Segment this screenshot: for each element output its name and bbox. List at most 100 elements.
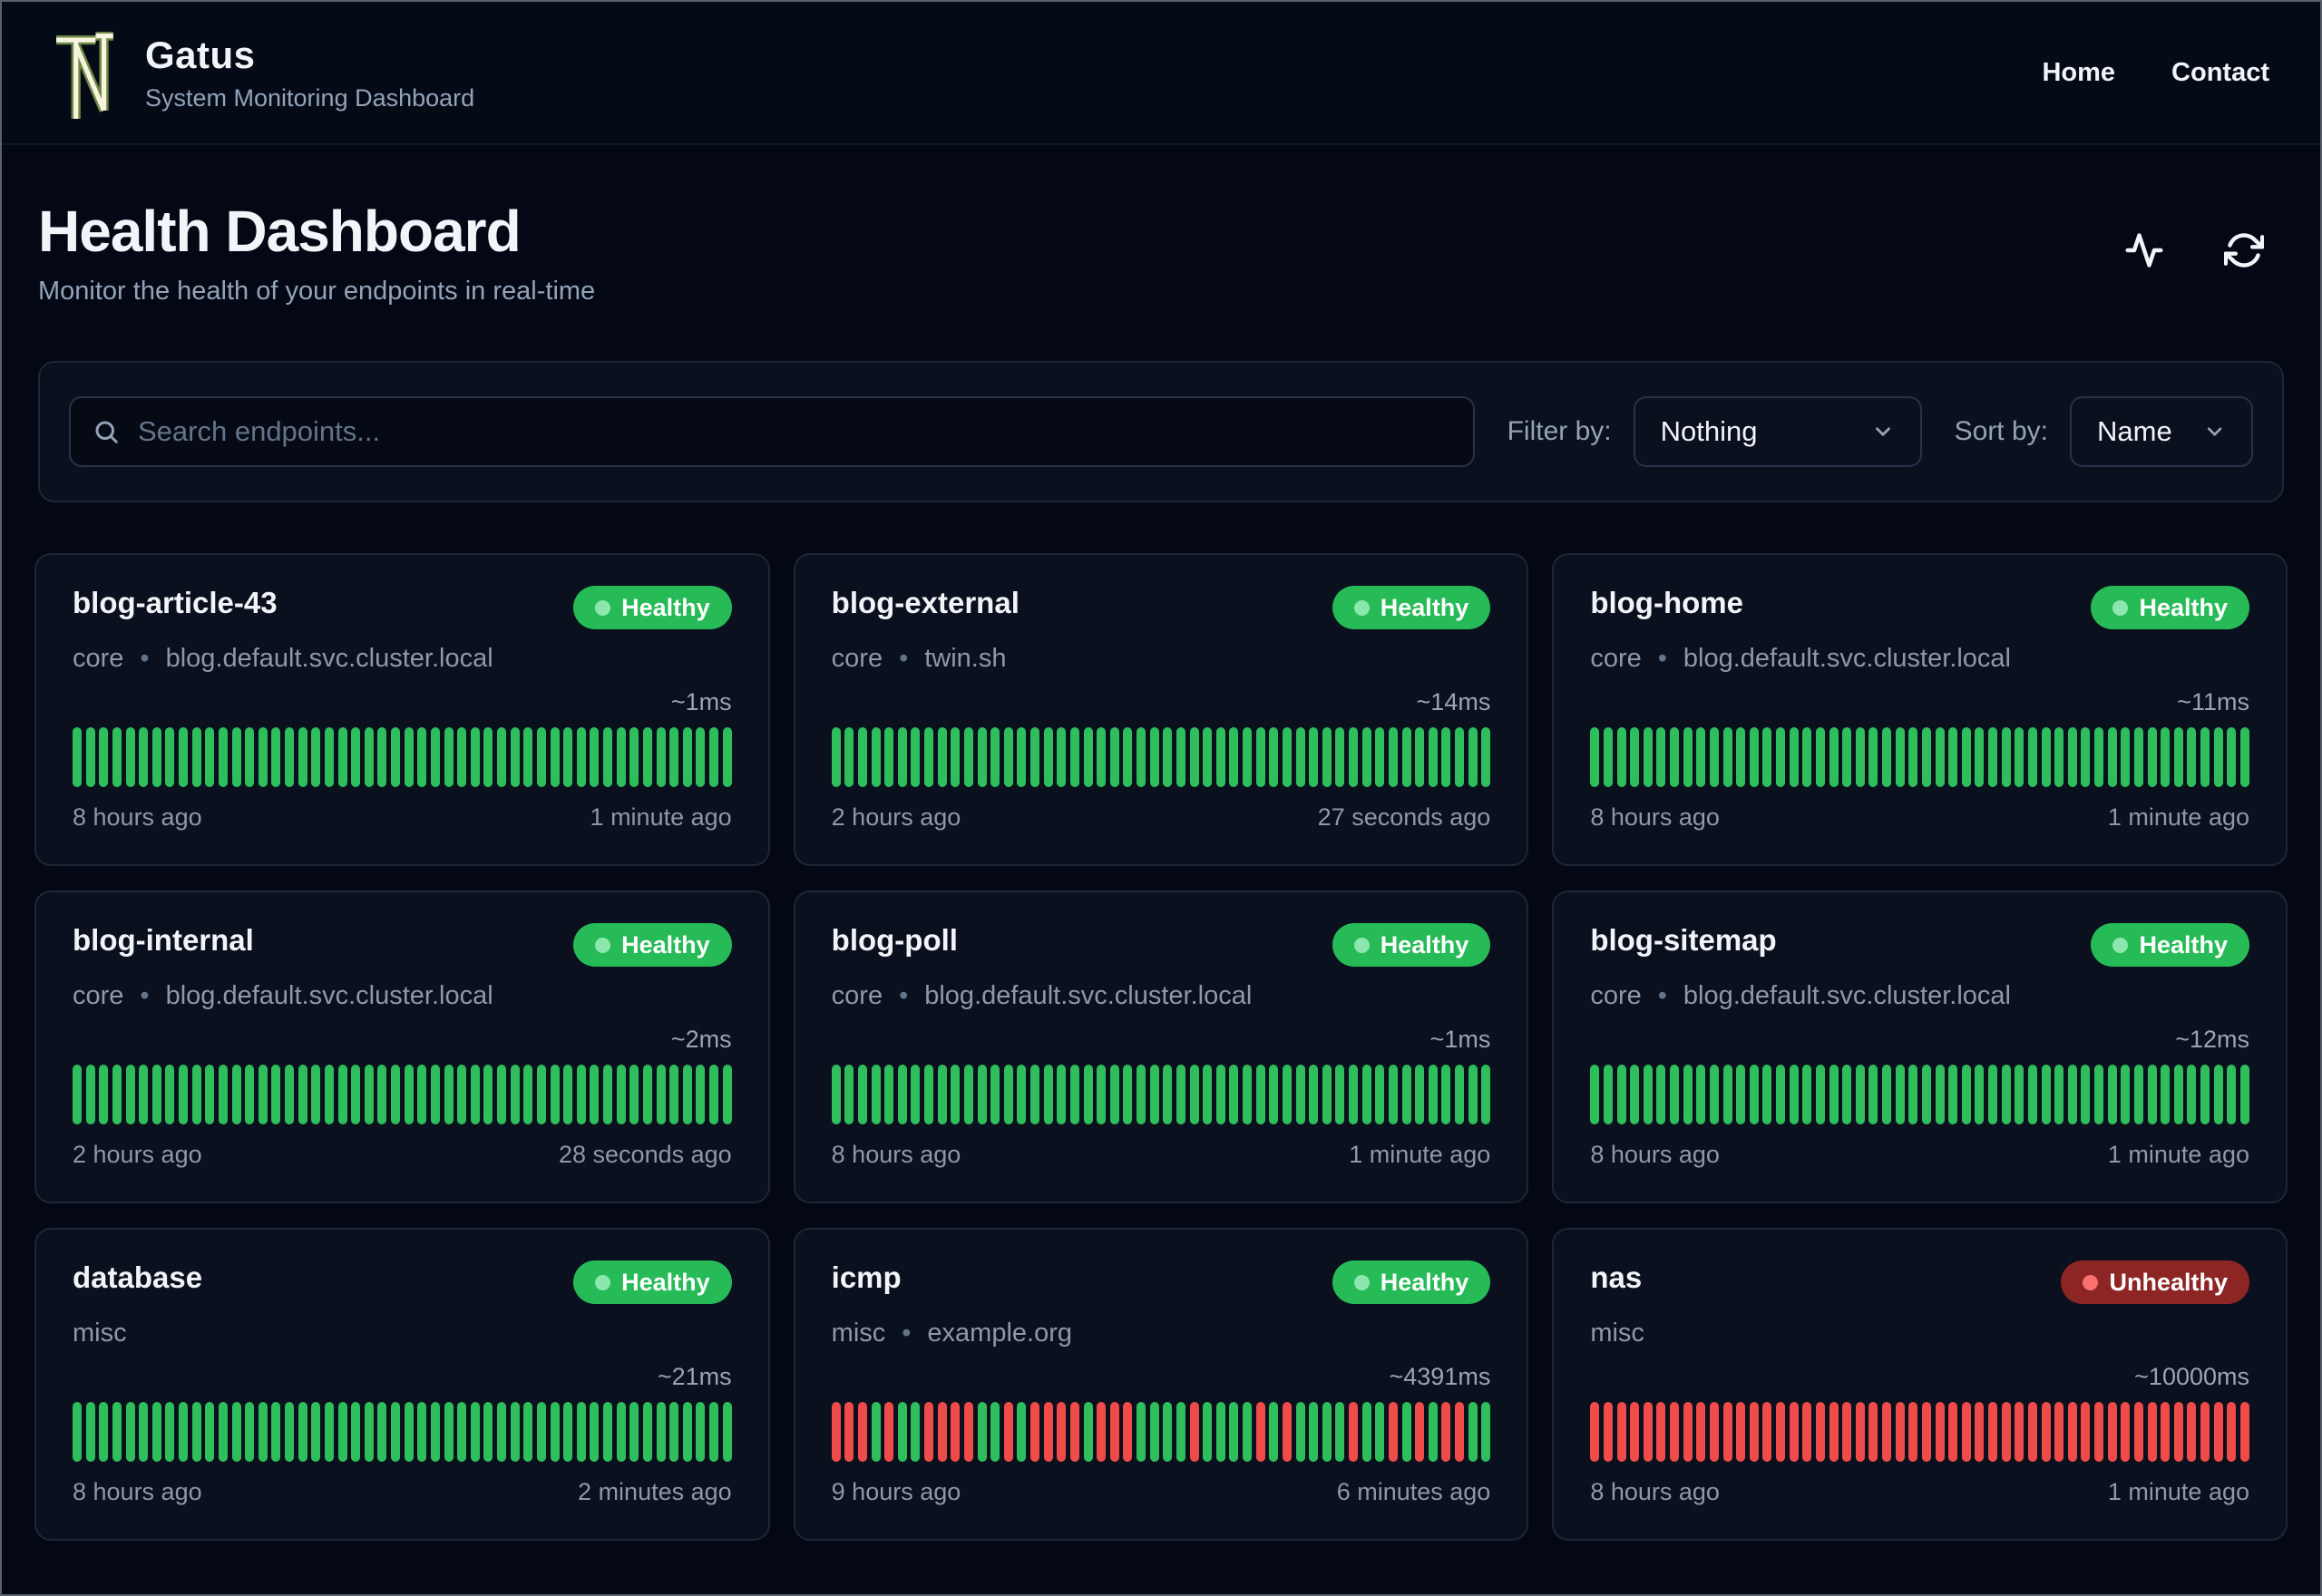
health-tick-success[interactable] (391, 1065, 400, 1125)
health-tick-success[interactable] (205, 1065, 215, 1125)
health-tick-success[interactable] (2067, 1065, 2077, 1125)
health-tick-success[interactable] (1829, 1065, 1839, 1125)
health-tick-success[interactable] (1643, 1065, 1653, 1125)
health-tick-success[interactable] (682, 1402, 692, 1463)
health-tick-success[interactable] (2027, 727, 2037, 788)
health-tick-success[interactable] (696, 1065, 706, 1125)
health-tick-failure[interactable] (1749, 1402, 1759, 1463)
health-tick-success[interactable] (857, 1065, 867, 1125)
health-tick-success[interactable] (1361, 727, 1371, 788)
health-tick-failure[interactable] (937, 1402, 947, 1463)
health-tick-success[interactable] (1616, 1065, 1626, 1125)
health-tick-failure[interactable] (1441, 1402, 1451, 1463)
health-tick-success[interactable] (1855, 1065, 1865, 1125)
health-tick-failure[interactable] (857, 1402, 867, 1463)
health-tick-success[interactable] (430, 1065, 440, 1125)
health-tick-success[interactable] (709, 1065, 718, 1125)
health-tick-success[interactable] (417, 1065, 427, 1125)
health-tick-failure[interactable] (1643, 1402, 1653, 1463)
health-tick-success[interactable] (1097, 727, 1107, 788)
health-tick-success[interactable] (2121, 727, 2131, 788)
health-tick-success[interactable] (1030, 727, 1040, 788)
health-tick-success[interactable] (285, 1065, 294, 1125)
health-tick-success[interactable] (1123, 727, 1133, 788)
health-tick-success[interactable] (844, 727, 854, 788)
health-tick-success[interactable] (324, 1402, 334, 1463)
health-tick-success[interactable] (550, 727, 560, 788)
health-tick-success[interactable] (377, 1402, 387, 1463)
health-tick-success[interactable] (1776, 727, 1786, 788)
health-tick-success[interactable] (125, 1065, 135, 1125)
health-tick-failure[interactable] (2147, 1402, 2157, 1463)
health-tick-success[interactable] (2200, 1065, 2210, 1125)
health-tick-success[interactable] (857, 727, 867, 788)
health-tick-success[interactable] (563, 1065, 573, 1125)
health-tick-success[interactable] (1683, 1065, 1693, 1125)
health-tick-success[interactable] (536, 1402, 546, 1463)
health-tick-success[interactable] (1481, 1065, 1491, 1125)
health-tick-success[interactable] (924, 727, 934, 788)
health-tick-success[interactable] (1428, 727, 1438, 788)
health-tick-success[interactable] (1709, 727, 1719, 788)
uptime-history-bars[interactable] (831, 1065, 1491, 1125)
health-tick-success[interactable] (444, 1065, 454, 1125)
uptime-history-bars[interactable] (1590, 1402, 2249, 1463)
health-tick-success[interactable] (1815, 1065, 1825, 1125)
health-tick-success[interactable] (1017, 1402, 1027, 1463)
health-tick-success[interactable] (1137, 727, 1146, 788)
health-tick-failure[interactable] (2081, 1402, 2091, 1463)
health-tick-success[interactable] (404, 1065, 414, 1125)
health-tick-success[interactable] (2173, 1065, 2183, 1125)
health-tick-success[interactable] (298, 727, 307, 788)
health-tick-failure[interactable] (1069, 1402, 1079, 1463)
health-tick-failure[interactable] (1855, 1402, 1865, 1463)
health-tick-success[interactable] (603, 727, 612, 788)
health-tick-success[interactable] (642, 1065, 652, 1125)
health-tick-success[interactable] (576, 727, 586, 788)
health-tick-success[interactable] (1149, 727, 1159, 788)
health-tick-success[interactable] (285, 727, 294, 788)
health-tick-success[interactable] (1961, 1065, 1971, 1125)
health-tick-success[interactable] (1988, 727, 1998, 788)
health-tick-success[interactable] (1921, 727, 1931, 788)
health-tick-success[interactable] (391, 1402, 400, 1463)
health-tick-success[interactable] (1243, 1402, 1253, 1463)
health-tick-success[interactable] (179, 1065, 188, 1125)
search-input[interactable] (69, 396, 1475, 468)
health-tick-success[interactable] (1083, 1402, 1093, 1463)
health-tick-success[interactable] (1243, 1065, 1253, 1125)
health-tick-success[interactable] (1455, 727, 1465, 788)
health-tick-success[interactable] (1282, 727, 1292, 788)
health-tick-success[interactable] (2173, 727, 2183, 788)
health-tick-success[interactable] (351, 1402, 361, 1463)
health-tick-success[interactable] (831, 1065, 841, 1125)
health-tick-failure[interactable] (1815, 1402, 1825, 1463)
health-tick-failure[interactable] (2094, 1402, 2104, 1463)
health-tick-failure[interactable] (1590, 1402, 1600, 1463)
health-tick-success[interactable] (483, 1402, 493, 1463)
health-tick-success[interactable] (125, 1402, 135, 1463)
health-tick-success[interactable] (1948, 727, 1958, 788)
health-tick-success[interactable] (1229, 1402, 1239, 1463)
health-tick-success[interactable] (1428, 1065, 1438, 1125)
health-tick-success[interactable] (656, 727, 666, 788)
health-tick-success[interactable] (897, 1402, 907, 1463)
health-tick-failure[interactable] (2027, 1402, 2037, 1463)
health-tick-success[interactable] (1137, 1065, 1146, 1125)
health-tick-success[interactable] (1656, 727, 1666, 788)
health-tick-success[interactable] (73, 1065, 82, 1125)
health-tick-success[interactable] (2015, 727, 2024, 788)
health-tick-success[interactable] (324, 1065, 334, 1125)
health-tick-success[interactable] (1776, 1065, 1786, 1125)
health-tick-success[interactable] (231, 1065, 241, 1125)
health-tick-failure[interactable] (1030, 1402, 1040, 1463)
health-tick-failure[interactable] (1043, 1402, 1053, 1463)
health-tick-success[interactable] (1243, 727, 1253, 788)
health-tick-success[interactable] (430, 727, 440, 788)
health-tick-success[interactable] (1616, 727, 1626, 788)
health-tick-success[interactable] (897, 727, 907, 788)
health-tick-success[interactable] (1269, 727, 1279, 788)
health-tick-failure[interactable] (2015, 1402, 2024, 1463)
health-tick-success[interactable] (417, 727, 427, 788)
health-tick-failure[interactable] (1895, 1402, 1905, 1463)
